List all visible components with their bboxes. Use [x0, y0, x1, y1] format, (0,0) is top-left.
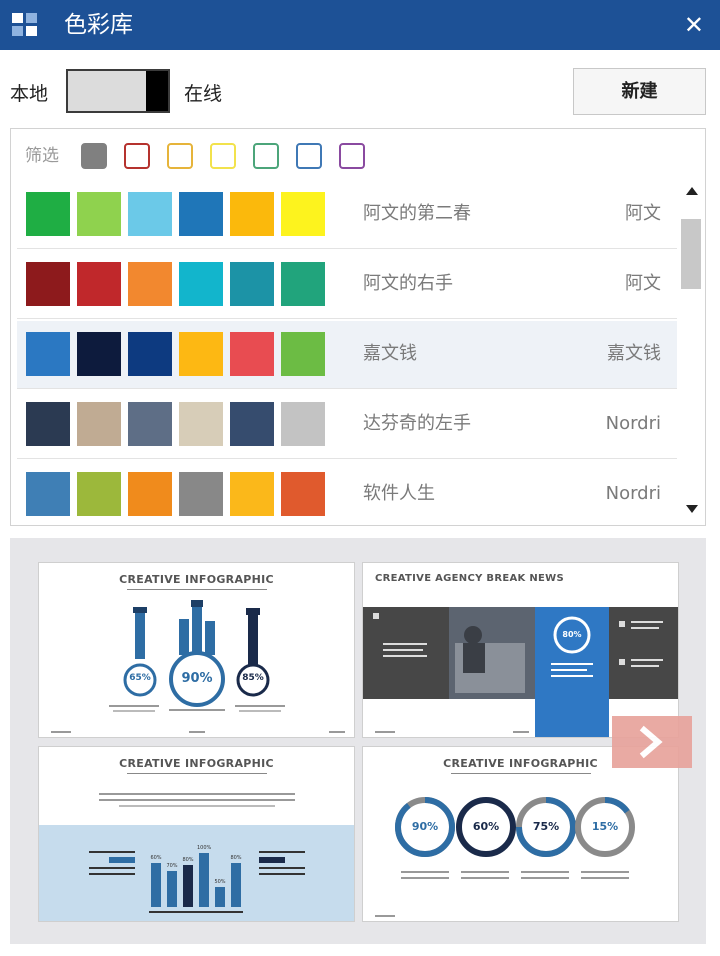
palette-name: 阿文的右手 [363, 273, 453, 294]
scroll-up-arrow-icon[interactable] [686, 187, 698, 195]
percent-label: 15% [591, 820, 619, 833]
percent-label: 90% [411, 820, 439, 833]
local-label: 本地 [10, 83, 49, 105]
palette-color-cell [230, 192, 274, 236]
filter-swatch[interactable] [296, 143, 322, 169]
palette-color-cell [77, 332, 121, 376]
scroll-down-arrow-icon[interactable] [686, 505, 698, 513]
scrollbar[interactable] [679, 181, 705, 521]
bar-label: 80% [182, 857, 194, 863]
preview-area: CREATIVE INFOGRAPHIC 65% 90% 85% CREATIV… [10, 538, 706, 944]
palette-color-cell [77, 402, 121, 446]
preview-card-3[interactable]: CREATIVE INFOGRAPHIC 60% 70% 80% 100% 50% 80% [38, 746, 355, 922]
filter-label: 筛选 [25, 146, 59, 166]
palette-list: 阿文的第二春 阿文 阿文的右手 阿文 嘉文钱 嘉文钱 达芬奇的左手 Nordri 软件人生 Nor… [17, 181, 677, 527]
filter-swatch[interactable] [167, 143, 193, 169]
palette-color-cell [179, 472, 223, 516]
palette-row[interactable]: 嘉文钱 嘉文钱 [17, 321, 677, 389]
palette-color-cell [77, 192, 121, 236]
palette-color-cell [128, 402, 172, 446]
percent-label: 90% [181, 671, 213, 686]
palette-color-cell [77, 472, 121, 516]
chevron-right-icon [639, 725, 663, 759]
title-bar: 色彩库 ✕ [0, 0, 720, 50]
preview-card-1[interactable]: CREATIVE INFOGRAPHIC 65% 90% 85% [38, 562, 355, 738]
palette-color-cell [26, 332, 70, 376]
palette-row[interactable]: 软件人生 Nordri [17, 461, 677, 527]
palette-name: 达芬奇的左手 [363, 413, 471, 434]
palette-author: 嘉文钱 [607, 343, 661, 364]
close-icon[interactable]: ✕ [684, 10, 704, 40]
palette-color-cell [230, 332, 274, 376]
filter-swatch[interactable] [124, 143, 150, 169]
next-button[interactable] [612, 716, 692, 768]
filter-swatch[interactable] [253, 143, 279, 169]
palette-color-cell [179, 192, 223, 236]
filter-swatch-gray[interactable] [81, 143, 107, 169]
palette-color-cell [179, 332, 223, 376]
palette-row[interactable]: 达芬奇的左手 Nordri [17, 391, 677, 459]
new-button[interactable]: 新建 [573, 68, 706, 115]
palette-author: 阿文 [625, 273, 661, 294]
toggle-knob[interactable] [146, 71, 168, 111]
bar-label: 50% [214, 879, 226, 885]
palette-color-cell [26, 192, 70, 236]
palette-panel: 筛选 阿文的第二春 阿文 阿文的右手 阿文 嘉文钱 嘉文钱 达芬奇的左手 Nordri 软件人生… [10, 128, 706, 526]
palette-name: 阿文的第二春 [363, 203, 471, 224]
percent-label: 80% [562, 630, 582, 639]
bar-label: 100% [197, 845, 212, 851]
palette-row[interactable]: 阿文的第二春 阿文 [17, 181, 677, 249]
infographic-graphic-3 [39, 793, 354, 921]
filter-row: 筛选 [11, 129, 705, 181]
infographic-graphic-1 [51, 600, 345, 733]
palette-color-cell [128, 472, 172, 516]
percent-label: 60% [472, 820, 500, 833]
grid-icon [12, 13, 38, 37]
scroll-thumb[interactable] [681, 219, 701, 289]
palette-color-cell [230, 402, 274, 446]
infographic-graphic-4 [375, 797, 635, 917]
infographic-graphic-2 [363, 607, 678, 737]
palette-color-cell [179, 262, 223, 306]
palette-color-cell [26, 262, 70, 306]
bar-label: 80% [230, 855, 242, 861]
palette-color-cell [77, 262, 121, 306]
palette-name: 软件人生 [363, 483, 435, 504]
source-toggle[interactable] [66, 69, 170, 113]
palette-color-cell [230, 262, 274, 306]
online-label: 在线 [184, 83, 223, 105]
palette-row[interactable]: 阿文的右手 阿文 [17, 251, 677, 319]
palette-color-cell [128, 332, 172, 376]
filter-swatch[interactable] [339, 143, 365, 169]
palette-color-cell [281, 472, 325, 516]
window-title: 色彩库 [64, 12, 133, 38]
percent-label: 75% [532, 820, 560, 833]
palette-color-cell [26, 472, 70, 516]
palette-color-cell [281, 262, 325, 306]
bar-label: 70% [166, 863, 178, 869]
palette-author: 阿文 [625, 203, 661, 224]
palette-color-cell [128, 262, 172, 306]
percent-label: 65% [129, 673, 151, 683]
palette-author: Nordri [605, 413, 661, 434]
palette-color-cell [281, 332, 325, 376]
bar-label: 60% [150, 855, 162, 861]
palette-color-cell [281, 402, 325, 446]
palette-author: Nordri [605, 483, 661, 504]
palette-color-cell [26, 402, 70, 446]
palette-color-cell [230, 472, 274, 516]
palette-color-cell [281, 192, 325, 236]
preview-card-2[interactable]: CREATIVE AGENCY BREAK NEWS 80% [362, 562, 679, 738]
palette-name: 嘉文钱 [363, 343, 417, 364]
palette-color-cell [128, 192, 172, 236]
percent-label: 85% [242, 673, 264, 683]
preview-card-4[interactable]: CREATIVE INFOGRAPHIC 90% 60% 75% 15% [362, 746, 679, 922]
palette-color-cell [179, 402, 223, 446]
filter-swatch[interactable] [210, 143, 236, 169]
